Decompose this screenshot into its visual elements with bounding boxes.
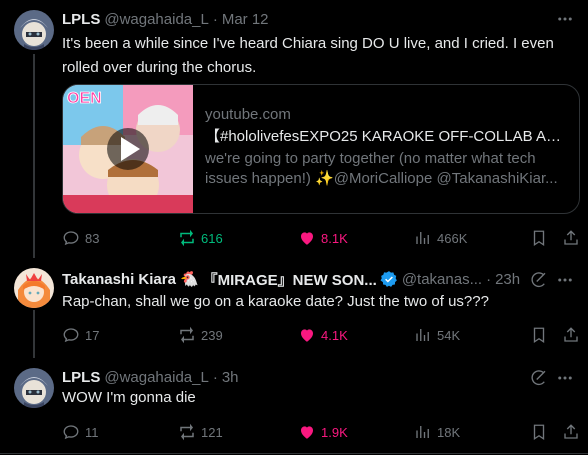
views-button[interactable]: 18K <box>414 422 460 442</box>
like-button[interactable]: 4.1K <box>298 325 348 345</box>
tweet-header: LPLS @wagahaida_L · 3h <box>62 367 239 387</box>
avatar[interactable] <box>14 10 54 50</box>
share-icon <box>564 327 578 342</box>
card-description: we're going to party together (no matter… <box>205 150 558 187</box>
share-button[interactable] <box>562 422 580 442</box>
bookmark-icon <box>533 424 545 441</box>
heart-icon <box>301 329 313 342</box>
grok-icon[interactable] <box>530 271 548 289</box>
more-options-icon[interactable] <box>556 271 574 289</box>
tweet-text: It's been a while since I've heard Chiar… <box>62 35 554 76</box>
views-button[interactable]: 466K <box>414 228 467 248</box>
bookmark-button[interactable] <box>530 228 548 248</box>
reply-count: 17 <box>85 327 100 343</box>
username[interactable]: @takanas... <box>402 271 482 288</box>
tweet-3[interactable]: LPLS @wagahaida_L · 3h WOW I'm gonna die… <box>0 358 588 455</box>
display-name-suffix[interactable]: 『MIRAGE』NEW SON... <box>203 269 377 290</box>
share-button[interactable] <box>562 228 580 248</box>
repost-icon <box>180 326 194 344</box>
verified-badge-icon <box>380 270 398 288</box>
like-count: 8.1K <box>321 230 348 246</box>
card-domain: youtube.com <box>205 106 291 123</box>
bookmark-button[interactable] <box>530 422 548 442</box>
heart-icon <box>301 426 313 439</box>
thread-line <box>33 310 35 358</box>
tweet-header: Takanashi Kiara 🐔 『MIRAGE』NEW SON... @ta… <box>62 269 520 289</box>
share-icon <box>564 424 578 439</box>
username[interactable]: @wagahaida_L <box>104 369 208 386</box>
repost-button[interactable]: 616 <box>178 228 223 248</box>
share-icon <box>564 230 578 245</box>
tweet-text: Rap-chan, shall we go on a karaoke date?… <box>62 293 489 310</box>
heart-icon <box>301 232 313 245</box>
bookmark-icon <box>533 327 545 344</box>
views-button[interactable]: 54K <box>414 325 460 345</box>
avatar[interactable] <box>14 268 54 308</box>
tweet-text: WOW I'm gonna die <box>62 389 196 406</box>
tweet-actions: 83 616 8.1K 466K <box>62 228 582 248</box>
reply-icon <box>63 231 79 246</box>
chicken-emoji-icon: 🐔 <box>179 271 199 288</box>
like-count: 4.1K <box>321 327 348 343</box>
reply-button[interactable]: 83 <box>62 228 99 248</box>
like-button[interactable]: 8.1K <box>298 228 348 248</box>
reply-icon <box>63 425 79 440</box>
display-name[interactable]: Takanashi Kiara <box>62 271 176 288</box>
analytics-icon <box>416 232 429 244</box>
timestamp[interactable]: 3h <box>222 369 239 386</box>
like-count: 1.9K <box>321 424 348 440</box>
video-thumbnail[interactable]: OEN <box>63 85 193 213</box>
reply-button[interactable]: 11 <box>62 422 99 442</box>
bottom-divider <box>0 453 588 454</box>
repost-count: 616 <box>201 230 223 246</box>
link-card[interactable]: OEN youtube.com 【#hololivefesEXPO25 KARA… <box>62 84 580 214</box>
reply-count: 83 <box>85 230 100 246</box>
more-options-icon[interactable] <box>556 10 574 28</box>
like-button[interactable]: 1.9K <box>298 422 348 442</box>
repost-count: 239 <box>201 327 223 343</box>
view-count: 18K <box>437 424 461 440</box>
tweet-1[interactable]: LPLS @wagahaida_L · Mar 12 It's been a w… <box>0 0 588 258</box>
share-button[interactable] <box>562 325 580 345</box>
repost-count: 121 <box>201 424 223 440</box>
reply-icon <box>63 328 79 343</box>
timestamp[interactable]: Mar 12 <box>222 11 269 28</box>
separator-dot: · <box>486 270 492 288</box>
tweet-actions: 17 239 4.1K 54K <box>62 325 582 345</box>
analytics-icon <box>416 426 429 438</box>
view-count: 54K <box>437 327 461 343</box>
bookmark-button[interactable] <box>530 325 548 345</box>
repost-button[interactable]: 121 <box>178 422 223 442</box>
thread-line <box>33 54 35 258</box>
reply-count: 11 <box>85 424 99 440</box>
separator-dot: · <box>212 368 218 386</box>
timestamp[interactable]: 23h <box>495 271 520 288</box>
card-title: 【#hololivefesEXPO25 KARAOKE OFF-COLLAB A… <box>205 128 565 145</box>
analytics-icon <box>416 329 429 341</box>
tweet-2[interactable]: Takanashi Kiara 🐔 『MIRAGE』NEW SON... @ta… <box>0 258 588 358</box>
tweet-actions: 11 121 1.9K 18K <box>62 422 582 442</box>
card-text: youtube.com 【#hololivefesEXPO25 KARAOKE … <box>205 105 565 189</box>
repost-button[interactable]: 239 <box>178 325 223 345</box>
display-name[interactable]: LPLS <box>62 369 100 386</box>
repost-icon <box>180 229 194 247</box>
reply-button[interactable]: 17 <box>62 325 99 345</box>
separator-dot: · <box>212 10 218 28</box>
avatar[interactable] <box>14 368 54 408</box>
tweet-header: LPLS @wagahaida_L · Mar 12 <box>62 9 269 29</box>
bookmark-icon <box>533 230 545 247</box>
svg-text:OEN: OEN <box>67 90 102 107</box>
display-name[interactable]: LPLS <box>62 11 100 28</box>
repost-icon <box>180 423 194 441</box>
more-options-icon[interactable] <box>556 369 574 387</box>
username[interactable]: @wagahaida_L <box>104 11 208 28</box>
grok-icon[interactable] <box>530 369 548 387</box>
view-count: 466K <box>437 230 468 246</box>
